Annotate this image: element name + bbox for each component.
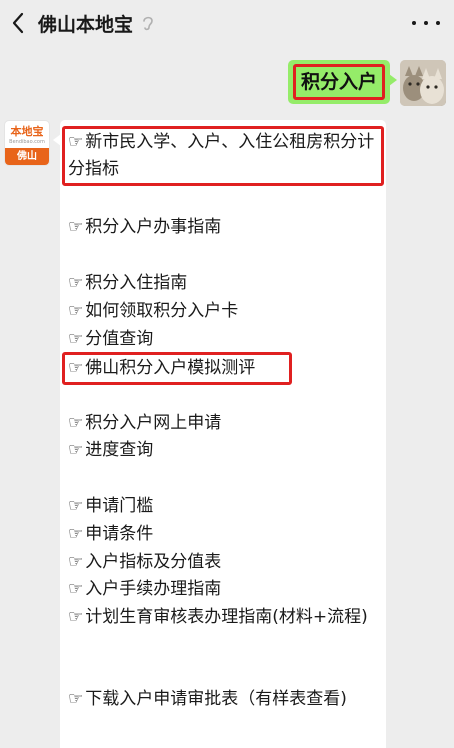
bot-logo-city: 佛山: [5, 148, 49, 165]
menu-link-label: 申请条件: [85, 524, 154, 544]
menu-link-procedure[interactable]: ☞ 入户手续办理指南: [68, 576, 380, 603]
pointing-hand-icon: ☞: [68, 329, 84, 349]
chevron-left-icon: [12, 12, 24, 34]
bot-avatar[interactable]: 本地宝 Bendibao.com 佛山: [4, 120, 50, 166]
menu-link-label: 入户手续办理指南: [85, 579, 222, 599]
pointing-hand-icon: ☞: [68, 552, 84, 572]
menu-link-label: 新市民入学、入户、入住公租房积分计分指标: [68, 132, 375, 179]
pointing-hand-icon: ☞: [68, 358, 84, 378]
menu-link-download-form[interactable]: ☞ 下载入户申请审批表（有样表查看): [68, 686, 380, 713]
menu-link-online-apply[interactable]: ☞ 积分入户网上申请: [68, 410, 380, 437]
menu-link-progress[interactable]: ☞ 进度查询: [68, 437, 380, 464]
cat-avatar-icon: [400, 60, 446, 106]
menu-link-score-query[interactable]: ☞ 分值查询: [68, 326, 380, 353]
pointing-hand-icon: ☞: [68, 440, 84, 460]
menu-link-guide[interactable]: ☞ 积分入户办事指南: [68, 214, 380, 241]
menu-link-label: 入户指标及分值表: [85, 552, 222, 572]
menu-link-label: 积分入户网上申请: [85, 413, 222, 433]
pointing-hand-icon: ☞: [68, 413, 84, 433]
pointing-hand-icon: ☞: [68, 689, 84, 709]
menu-link-label: 分值查询: [85, 329, 154, 349]
ear-icon: [141, 13, 157, 33]
pointing-hand-icon: ☞: [68, 496, 84, 516]
pointing-hand-icon: ☞: [68, 524, 84, 544]
menu-link-label: 计划生育审核表办理指南(材料+流程): [85, 607, 368, 627]
menu-link-simulation[interactable]: ☞ 佛山积分入户模拟测评: [62, 352, 292, 385]
bot-logo-text: 本地宝: [10, 125, 44, 138]
dot-icon: [424, 21, 428, 25]
menu-link-new-resident-points[interactable]: ☞ 新市民入学、入户、入住公租房积分计分指标: [62, 126, 384, 186]
pointing-hand-icon: ☞: [68, 217, 84, 237]
menu-link-housing-guide[interactable]: ☞ 积分入住指南: [68, 270, 380, 297]
pointing-hand-icon: ☞: [68, 273, 84, 293]
menu-link-label: 进度查询: [85, 440, 154, 460]
more-options-button[interactable]: [412, 12, 440, 34]
menu-link-conditions[interactable]: ☞ 申请条件: [68, 521, 380, 548]
menu-link-family-planning[interactable]: ☞ 计划生育审核表办理指南(材料+流程): [68, 604, 380, 631]
menu-link-label: 佛山积分入户模拟测评: [85, 358, 256, 378]
pointing-hand-icon: ☞: [68, 301, 84, 321]
pointing-hand-icon: ☞: [68, 132, 84, 152]
chat-header: 佛山本地宝: [0, 0, 454, 46]
menu-link-card[interactable]: ☞ 如何领取积分入户卡: [68, 298, 380, 325]
pointing-hand-icon: ☞: [68, 607, 84, 627]
menu-link-label: 积分入户办事指南: [85, 217, 222, 237]
pointing-hand-icon: ☞: [68, 579, 84, 599]
back-button[interactable]: [0, 0, 36, 46]
bot-message-bubble: ☞ 新市民入学、入户、入住公租房积分计分指标 ☞ 积分入户办事指南 ☞ 积分入住指南 …: [53, 120, 386, 748]
dot-icon: [412, 21, 416, 25]
user-message-bubble[interactable]: 积分入户: [287, 60, 398, 104]
menu-link-score-table[interactable]: ☞ 入户指标及分值表: [68, 549, 380, 576]
bot-logo-domain: Bendibao.com: [9, 139, 45, 145]
menu-link-threshold[interactable]: ☞ 申请门槛: [68, 493, 380, 520]
dot-icon: [436, 21, 440, 25]
menu-link-label: 积分入住指南: [85, 273, 188, 293]
menu-link-label: 下载入户申请审批表（有样表查看): [85, 689, 347, 709]
user-avatar[interactable]: [400, 60, 446, 106]
chat-title: 佛山本地宝: [38, 13, 134, 36]
menu-link-label: 如何领取积分入户卡: [85, 301, 239, 321]
menu-link-label: 申请门槛: [85, 496, 154, 516]
user-message-text: 积分入户: [292, 64, 385, 100]
